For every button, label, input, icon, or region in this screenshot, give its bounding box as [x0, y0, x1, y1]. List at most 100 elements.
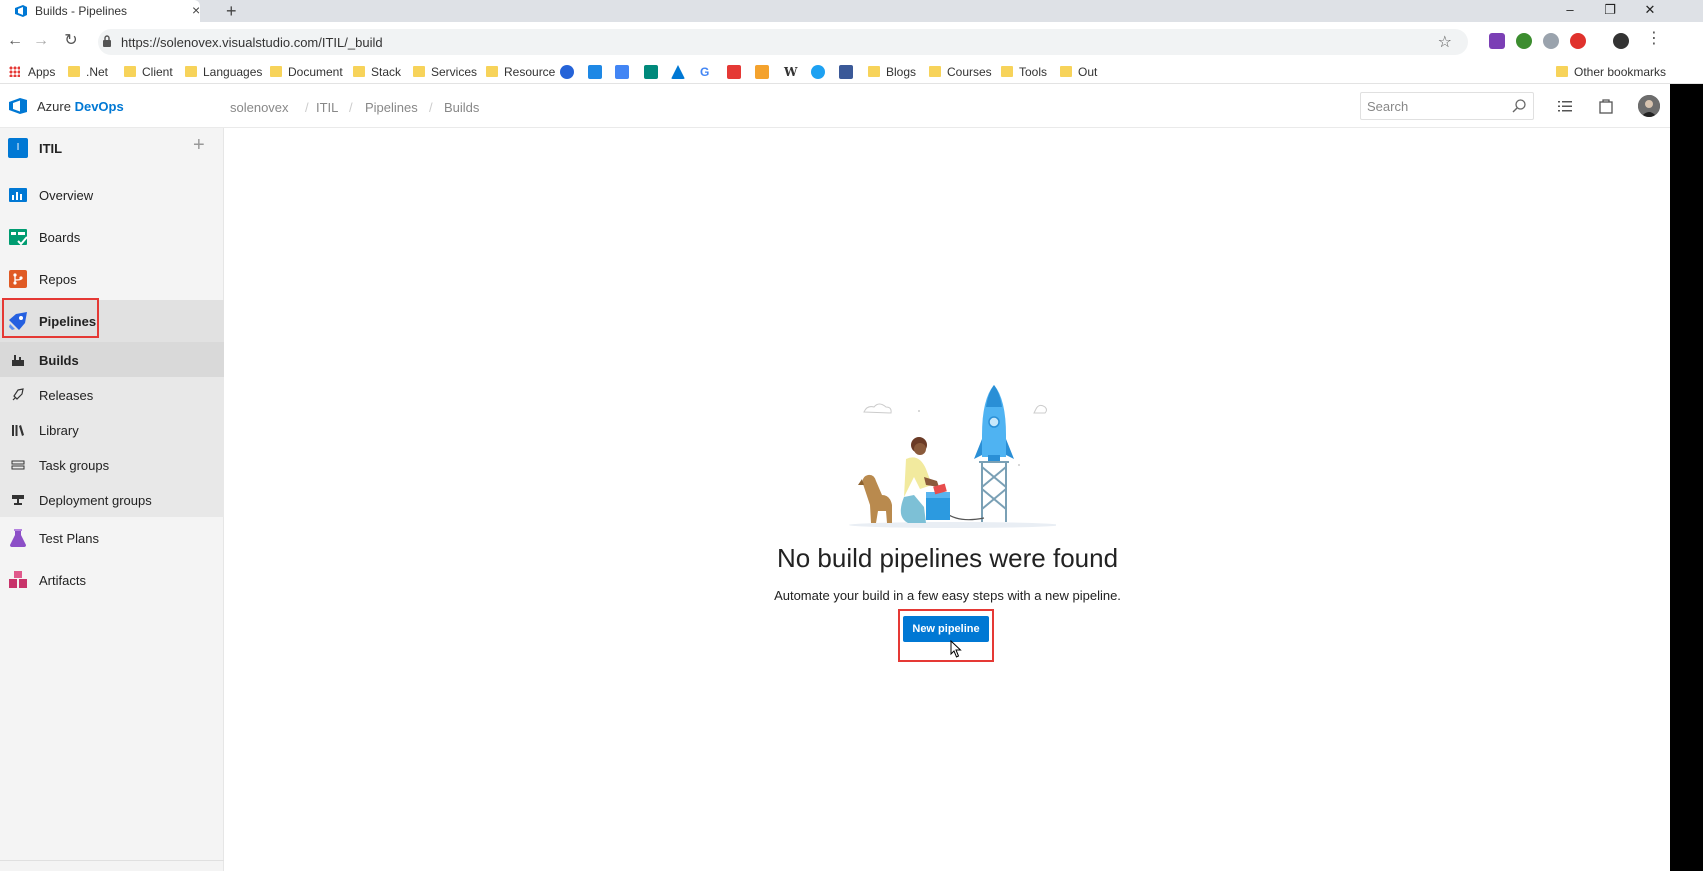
- window-edge: [1670, 84, 1703, 871]
- bookmark-folder[interactable]: Stack: [353, 64, 401, 80]
- wikipedia-bookmark-icon[interactable]: W: [784, 64, 797, 80]
- bookmark-folder[interactable]: Services: [413, 64, 477, 80]
- new-pipeline-button[interactable]: New pipeline: [903, 616, 989, 642]
- sidebar-subitem-library[interactable]: Library: [0, 412, 224, 447]
- user-avatar-icon: [1638, 95, 1660, 117]
- browser-menu-icon[interactable]: ⋮: [1646, 31, 1662, 47]
- bookmark-folder[interactable]: Out: [1060, 64, 1097, 80]
- restore-icon[interactable]: ❐: [1590, 0, 1630, 22]
- bookmark-icon[interactable]: [755, 65, 769, 79]
- back-icon[interactable]: ←: [4, 30, 26, 52]
- bookmark-folder[interactable]: Client: [124, 64, 173, 80]
- bookmark-label: Stack: [371, 65, 402, 79]
- opera-extension-icon[interactable]: [1570, 33, 1586, 49]
- sidebar-item-label: Pipelines: [39, 314, 97, 329]
- bookmark-label: Client: [142, 65, 173, 79]
- sidebar-subitem-label: Builds: [39, 353, 79, 368]
- minimize-icon[interactable]: –: [1550, 0, 1590, 22]
- other-bookmarks[interactable]: Other bookmarks: [1556, 64, 1666, 80]
- onenote-extension-icon[interactable]: [1489, 33, 1505, 49]
- work-items-list-icon[interactable]: [1556, 97, 1574, 115]
- deployment-groups-icon: [12, 495, 24, 505]
- sidebar-subitem-releases[interactable]: Releases: [0, 377, 224, 412]
- folder-icon: [270, 66, 282, 77]
- bookmark-folder[interactable]: Languages: [185, 64, 262, 80]
- bookmark-label: Apps: [28, 65, 56, 79]
- bookmark-label: .Net: [86, 65, 109, 79]
- new-tab-icon[interactable]: +: [226, 0, 237, 22]
- bookmark-folder[interactable]: Resource: [486, 64, 555, 80]
- folder-icon: [185, 66, 197, 77]
- folder-icon: [413, 66, 425, 77]
- bookmark-label: Services: [431, 65, 478, 79]
- sidebar-item-pipelines[interactable]: Pipelines: [0, 300, 224, 342]
- profile-icon[interactable]: [1613, 33, 1629, 49]
- sidebar-item-label: Test Plans: [39, 531, 99, 546]
- bookmark-folder[interactable]: .Net: [68, 64, 108, 80]
- tab-title: Builds - Pipelines: [35, 4, 128, 18]
- bookmark-label: Blogs: [886, 65, 917, 79]
- browser-tab[interactable]: Builds - Pipelines ×: [0, 0, 200, 22]
- google-bookmark-icon[interactable]: G: [700, 64, 709, 80]
- breadcrumb-builds[interactable]: Builds: [444, 100, 479, 115]
- search-input[interactable]: [1367, 99, 1507, 114]
- sidebar-item-test-plans[interactable]: Test Plans: [0, 517, 224, 559]
- add-icon[interactable]: +: [193, 135, 205, 155]
- boards-icon: [9, 229, 28, 246]
- forward-icon[interactable]: →: [30, 30, 52, 52]
- sidebar-subitem-task-groups[interactable]: Task groups: [0, 447, 224, 482]
- search-icon[interactable]: [1511, 98, 1527, 114]
- sidebar-subitem-builds[interactable]: Builds: [0, 342, 224, 377]
- breadcrumb-project[interactable]: ITIL: [316, 100, 338, 115]
- reload-icon[interactable]: ↻: [60, 30, 82, 52]
- twitter-bookmark-icon[interactable]: [811, 65, 825, 79]
- extension-icon[interactable]: [1543, 33, 1559, 49]
- extension-icon[interactable]: [1516, 33, 1532, 49]
- bookmarks-bar: Apps .Net Client Languages Document Stac…: [0, 60, 1703, 84]
- bookmark-folder[interactable]: Tools: [1001, 64, 1047, 80]
- folder-icon: [929, 66, 941, 77]
- apps-grid-icon: [9, 66, 20, 77]
- bookmark-apps[interactable]: Apps: [9, 64, 55, 80]
- address-bar[interactable]: https://solenovex.visualstudio.com/ITIL/…: [98, 29, 1468, 55]
- sidebar-item-boards[interactable]: Boards: [0, 216, 224, 258]
- azure-devops-logo-icon[interactable]: [8, 97, 28, 115]
- breadcrumb-organization[interactable]: solenovex: [230, 100, 289, 115]
- brand-name[interactable]: Azure DevOps: [37, 99, 124, 114]
- azure-bookmark-icon[interactable]: [671, 65, 685, 79]
- bookmark-icon[interactable]: [588, 65, 602, 79]
- repos-icon: [9, 270, 27, 288]
- baidu-bookmark-icon[interactable]: [560, 65, 574, 79]
- folder-icon: [486, 66, 498, 77]
- task-groups-icon: [11, 460, 25, 470]
- sidebar-subitem-deployment-groups[interactable]: Deployment groups: [0, 482, 224, 517]
- azure-devops-favicon-icon: [15, 5, 27, 17]
- sidebar-item-artifacts[interactable]: Artifacts: [0, 559, 224, 601]
- youtube-bookmark-icon[interactable]: [727, 65, 741, 79]
- sidebar-item-label: Overview: [39, 188, 94, 203]
- user-avatar[interactable]: [1638, 95, 1660, 117]
- bookmark-folder[interactable]: Document: [270, 64, 343, 80]
- tab-close-icon[interactable]: ×: [192, 2, 200, 18]
- browser-tab-strip: Builds - Pipelines × + – ❐ ✕: [0, 0, 1703, 22]
- sidebar-subitem-label: Releases: [39, 388, 94, 403]
- url-text: https://solenovex.visualstudio.com/ITIL/…: [121, 35, 383, 50]
- bing-bookmark-icon[interactable]: [644, 65, 658, 79]
- marketplace-bag-icon[interactable]: [1597, 97, 1615, 115]
- translate-bookmark-icon[interactable]: [615, 65, 629, 79]
- builds-icon: [12, 355, 24, 366]
- facebook-bookmark-icon[interactable]: [839, 65, 853, 79]
- bookmark-star-icon[interactable]: ☆: [1438, 32, 1452, 52]
- bookmark-folder[interactable]: Courses: [929, 64, 992, 80]
- sidebar-item-overview[interactable]: Overview: [0, 174, 224, 216]
- project-header[interactable]: I ITIL +: [0, 128, 224, 168]
- header-search[interactable]: [1360, 92, 1534, 120]
- main-content: No build pipelines were found Automate y…: [225, 128, 1670, 871]
- breadcrumb-pipelines[interactable]: Pipelines: [365, 100, 418, 115]
- sidebar-item-repos[interactable]: Repos: [0, 258, 224, 300]
- bookmark-label: Document: [288, 65, 343, 79]
- window-close-icon[interactable]: ✕: [1630, 0, 1670, 22]
- bookmark-folder[interactable]: Blogs: [868, 64, 916, 80]
- breadcrumb-separator: /: [349, 100, 353, 115]
- library-icon: [12, 425, 24, 436]
